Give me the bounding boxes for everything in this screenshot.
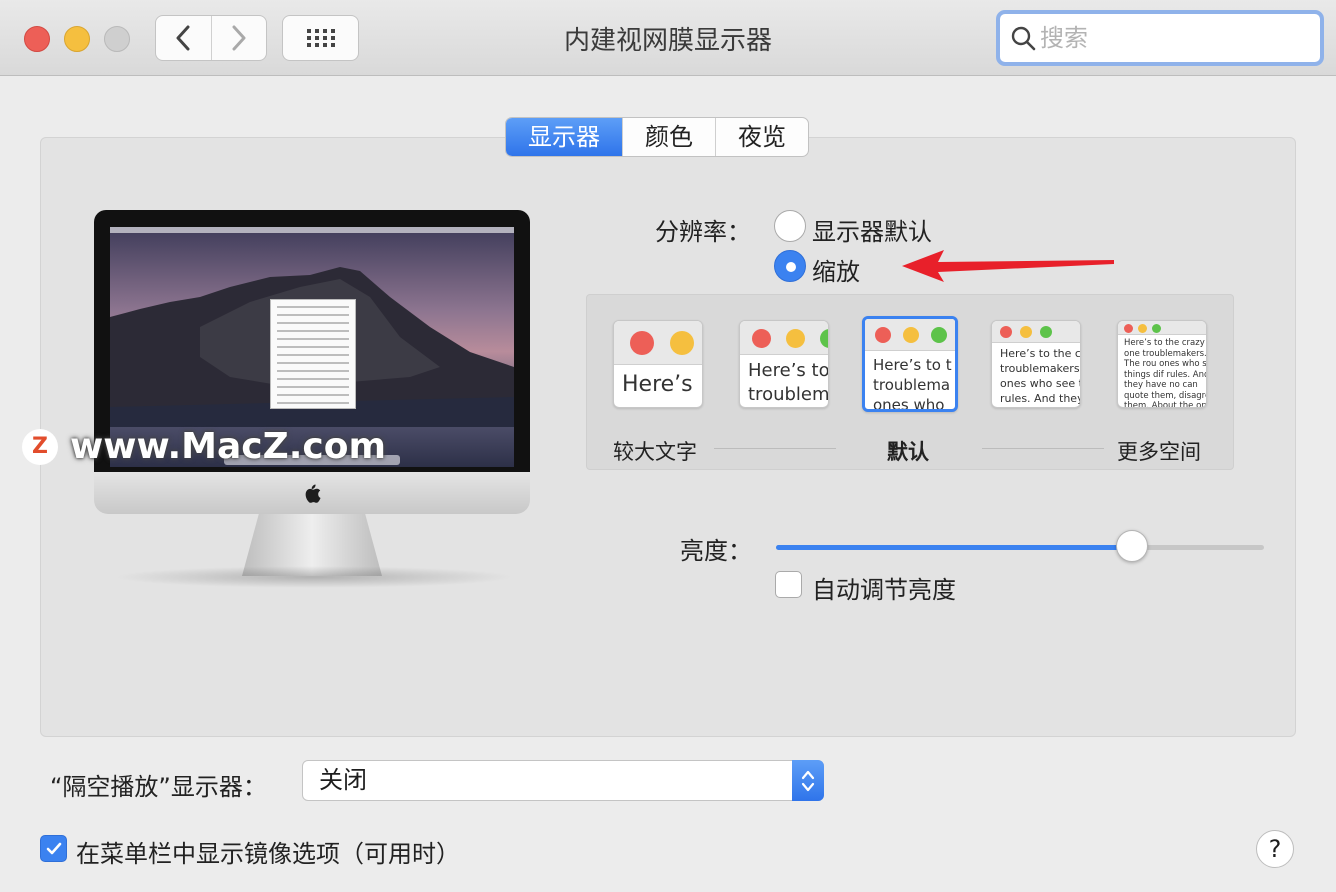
tab-display[interactable]: 显示器	[506, 118, 622, 156]
window-title: 内建视网膜显示器	[563, 26, 772, 56]
screen-menubar	[110, 227, 514, 233]
grid-icon	[306, 29, 335, 47]
radio-scaled[interactable]	[774, 250, 806, 282]
radio-default-for-display[interactable]	[774, 210, 806, 242]
checkmark-icon	[46, 842, 61, 855]
search-field[interactable]	[996, 10, 1324, 66]
close-window-button[interactable]	[24, 26, 50, 52]
resolution-label: 分辨率：	[655, 218, 751, 246]
macz-logo: Z	[22, 428, 58, 465]
navigation-buttons	[155, 15, 267, 61]
brightness-slider-knob[interactable]	[1116, 530, 1149, 562]
scale-label-default: 默认	[887, 440, 929, 464]
airplay-display-select[interactable]: 关闭	[302, 760, 824, 801]
brightness-slider[interactable]	[776, 545, 1264, 550]
back-button[interactable]	[156, 16, 211, 60]
title-bar: 内建视网膜显示器	[0, 0, 1336, 76]
scale-divider-left	[714, 448, 836, 449]
help-button[interactable]: ?	[1256, 830, 1294, 868]
chevron-left-icon	[176, 25, 190, 51]
auto-brightness-checkbox[interactable]	[775, 571, 802, 598]
scale-preview-text: Here’s to the cr troublemakers. ones who…	[1000, 347, 1081, 405]
scale-label-larger-text: 较大文字	[613, 440, 697, 464]
scale-label-more-space: 更多空间	[1117, 440, 1201, 464]
radio-default-label: 显示器默认	[812, 218, 932, 246]
zoom-window-button[interactable]	[104, 26, 130, 52]
chevron-right-icon	[232, 25, 246, 51]
airplay-display-label: “隔空播放”显示器：	[50, 773, 267, 801]
forward-button[interactable]	[210, 16, 267, 60]
scale-preview-text: Here’s to t troublema ones who	[873, 356, 952, 412]
scale-option-larger-text[interactable]: Here’s	[613, 320, 703, 408]
text-document-window	[270, 299, 356, 409]
scale-preview-text: Here’s	[622, 372, 693, 397]
scale-option-4[interactable]: Here’s to the cr troublemakers. ones who…	[991, 320, 1081, 408]
mirroring-menu-label: 在菜单栏中显示镜像选项（可用时）	[76, 840, 460, 868]
scale-preview-text: Here’s to the crazy one troublemakers. T…	[1124, 338, 1207, 408]
brightness-slider-fill	[776, 545, 1133, 550]
imac-chin	[94, 472, 530, 514]
scale-option-more-space[interactable]: Here’s to the crazy one troublemakers. T…	[1117, 320, 1207, 408]
tab-night-shift[interactable]: 夜览	[715, 118, 808, 156]
brightness-label: 亮度：	[680, 537, 752, 565]
annotation-arrow-icon	[902, 250, 1114, 282]
imac-shadow	[114, 566, 514, 588]
search-icon	[1011, 26, 1036, 51]
watermark: Z www.MacZ.com	[22, 426, 386, 467]
tab-color[interactable]: 颜色	[622, 118, 715, 156]
scale-option-2[interactable]: Here’s to troublem	[739, 320, 829, 408]
auto-brightness-label: 自动调节亮度	[812, 576, 956, 604]
apple-logo-icon	[305, 484, 321, 503]
segmented-tabs: 显示器 颜色 夜览	[505, 117, 809, 157]
minimize-window-button[interactable]	[64, 26, 90, 52]
select-stepper[interactable]	[792, 760, 824, 801]
airplay-display-value: 关闭	[319, 766, 367, 794]
watermark-text: www.MacZ.com	[70, 426, 386, 467]
show-all-button[interactable]	[282, 15, 359, 61]
radio-scaled-label: 缩放	[812, 258, 860, 286]
mirroring-menu-checkbox[interactable]	[40, 835, 67, 862]
scale-preview-text: Here’s to troublem	[748, 360, 829, 405]
scale-divider-right	[982, 448, 1104, 449]
search-input[interactable]	[1040, 24, 1310, 52]
imac-illustration	[94, 210, 530, 590]
scale-option-default[interactable]: Here’s to t troublema ones who	[862, 316, 958, 412]
chevron-up-down-icon	[801, 770, 815, 791]
